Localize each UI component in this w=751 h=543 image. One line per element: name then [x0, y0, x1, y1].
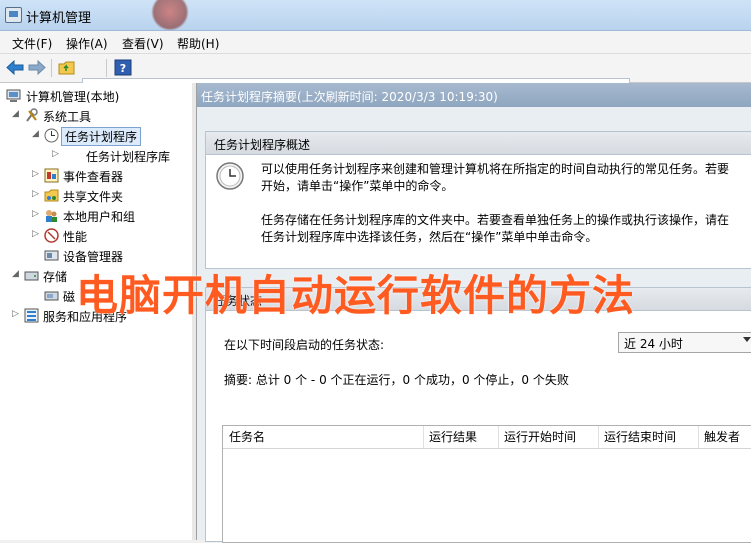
menu-help[interactable]: 帮助(H) [177, 35, 219, 52]
shared-folder-icon [44, 189, 59, 202]
overview-panel-header[interactable]: 任务计划程序概述 [206, 132, 751, 155]
clock-icon [44, 128, 59, 143]
summary-content[interactable]: 任务计划程序概述 可以使用任务计划程序来创建和管理计算机将在所指定的时间自动执行… [197, 107, 751, 543]
svg-text:?: ? [120, 62, 126, 75]
column-run-result[interactable]: 运行结果 [423, 426, 499, 448]
menu-action[interactable]: 操作(A) [66, 35, 108, 52]
collapse-arrow-icon[interactable]: ▷ [52, 150, 61, 159]
column-run-end[interactable]: 运行结束时间 [598, 426, 699, 448]
expand-arrow-icon[interactable]: ◢ [32, 130, 41, 139]
collapse-arrow-icon[interactable]: ▷ [32, 230, 41, 239]
overview-text-4: 任务计划程序库中选择该任务，然后在“操作”菜单中单击命令。 [261, 230, 598, 244]
toolbar-separator [51, 59, 52, 77]
collapse-arrow-icon[interactable]: ▷ [32, 190, 41, 199]
back-arrow-icon[interactable] [6, 59, 24, 76]
background-blur [150, 0, 190, 30]
title-bar: 计算机管理 [0, 0, 751, 31]
task-scheduler-clock-icon [216, 162, 244, 190]
overview-text-1: 可以使用任务计划程序来创建和管理计算机将在所指定的时间自动执行的常见任务。若要 [261, 162, 730, 176]
collapse-arrow-icon[interactable]: ▷ [32, 210, 41, 219]
overview-text-2: 开始，请单击“操作”菜单中的命令。 [261, 179, 454, 193]
overlay-caption: 电脑开机自动运行软件的方法 [76, 271, 636, 320]
computer-icon [6, 89, 21, 102]
column-task-name[interactable]: 任务名 [223, 426, 424, 448]
status-period-label: 在以下时间段启动的任务状态: [224, 338, 385, 352]
task-status-panel: 任务状态 在以下时间段启动的任务状态: 近 24 小时 摘要: 总计 0 个 -… [205, 287, 751, 543]
window-title: 计算机管理 [26, 11, 92, 26]
expand-arrow-icon[interactable]: ◢ [12, 270, 21, 279]
tools-icon [26, 108, 38, 122]
toolbar-separator [106, 59, 107, 77]
table-header: 任务名 运行结果 运行开始时间 运行结束时间 触发者 [223, 426, 751, 449]
task-status-table[interactable]: 任务名 运行结果 运行开始时间 运行结束时间 触发者 [222, 425, 751, 543]
collapse-arrow-icon[interactable]: ▷ [12, 310, 21, 319]
summary-header: 任务计划程序摘要(上次刷新时间: 2020/3/3 10:19:30) [197, 83, 751, 107]
performance-icon [44, 228, 59, 243]
menu-view[interactable]: 查看(V) [122, 35, 164, 52]
users-icon [46, 210, 57, 222]
storage-icon [24, 271, 39, 281]
status-summary: 摘要: 总计 0 个 - 0 个正在运行，0 个成功，0 个停止，0 个失败 [224, 373, 569, 387]
computer-management-icon [5, 7, 22, 23]
up-folder-icon[interactable] [58, 59, 76, 76]
column-triggered-by[interactable]: 触发者 [698, 426, 751, 448]
overview-text-3: 任务存储在任务计划程序库的文件夹中。若要查看单独任务上的操作或执行该操作，请在 [261, 213, 730, 227]
help-icon[interactable]: ? [114, 59, 132, 76]
services-icon [24, 308, 39, 323]
toolbar: ? [0, 54, 751, 489]
collapse-arrow-icon[interactable]: ▷ [32, 170, 41, 179]
device-manager-icon [44, 250, 59, 261]
disk-icon [44, 291, 59, 301]
column-run-start[interactable]: 运行开始时间 [498, 426, 599, 448]
menu-bar: 文件(F) 操作(A) 查看(V) 帮助(H) [0, 31, 751, 54]
forward-arrow-icon[interactable] [28, 59, 46, 76]
menu-file[interactable]: 文件(F) [12, 35, 52, 52]
expand-arrow-icon[interactable]: ◢ [12, 110, 21, 119]
event-viewer-icon [44, 168, 59, 183]
chevron-down-icon [743, 337, 751, 342]
overview-panel: 任务计划程序概述 可以使用任务计划程序来创建和管理计算机将在所指定的时间自动执行… [205, 131, 751, 269]
period-dropdown[interactable]: 近 24 小时 [618, 332, 751, 353]
